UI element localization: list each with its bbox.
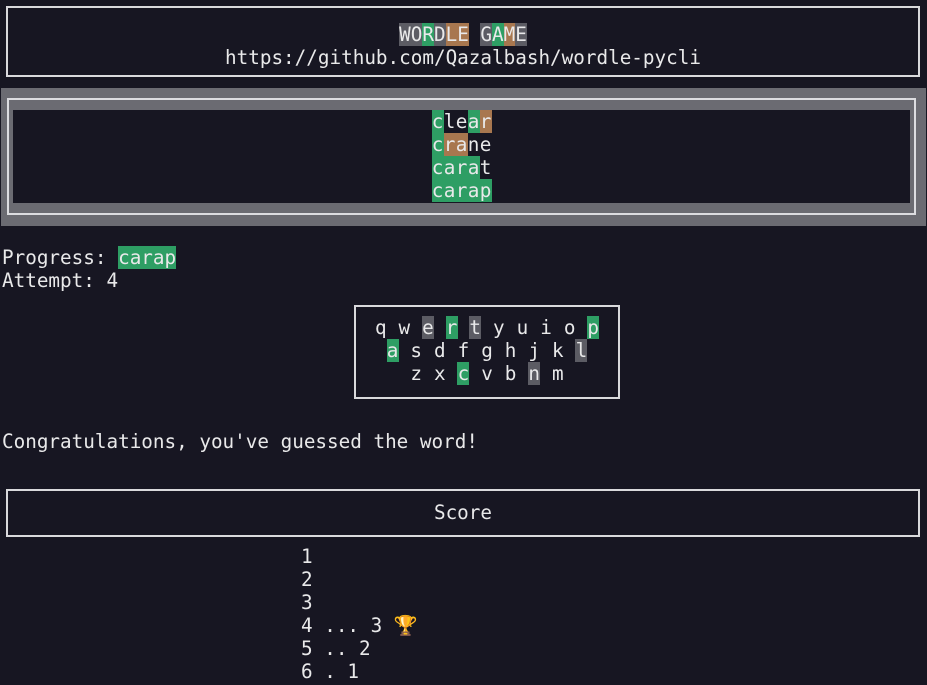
board-frame: clear crane carat carap bbox=[7, 98, 916, 215]
key-e: e bbox=[421, 316, 434, 339]
title-letter: L bbox=[445, 23, 458, 46]
score-line: 5 .. 2 bbox=[301, 637, 371, 660]
key-h: h bbox=[504, 339, 517, 362]
title-letter: O bbox=[410, 23, 423, 46]
title-letter: E bbox=[457, 23, 469, 46]
keyboard-row: z x c v b n m bbox=[356, 362, 618, 385]
title-letter: W bbox=[399, 23, 411, 46]
game-title: WORDLE GAME bbox=[8, 23, 918, 46]
title-letter: E bbox=[515, 23, 527, 46]
guess-tile: e bbox=[455, 110, 468, 133]
title-letter bbox=[469, 23, 481, 46]
key-s: s bbox=[410, 339, 422, 362]
key-i: i bbox=[540, 316, 552, 339]
guess-tile: a bbox=[455, 133, 468, 156]
key-d: d bbox=[433, 339, 446, 362]
key-w: w bbox=[398, 316, 411, 339]
title-box: WORDLE GAME https://github.com/Qazalbash… bbox=[6, 6, 920, 77]
guess-tile: r bbox=[455, 156, 468, 179]
score-line: 4 ... 3 🏆 bbox=[301, 614, 418, 637]
guess-tile: p bbox=[479, 179, 492, 202]
guess-tile: c bbox=[431, 110, 444, 133]
guess-tile: c bbox=[431, 156, 444, 179]
key-p: p bbox=[587, 316, 600, 339]
guess-tile: a bbox=[443, 156, 456, 179]
progress-word: carap bbox=[118, 246, 177, 269]
score-line: 1 bbox=[301, 545, 313, 568]
key-x: x bbox=[433, 362, 446, 385]
key-a: a bbox=[386, 339, 399, 362]
guess-tile: c bbox=[431, 179, 444, 202]
score-line: 6 . 1 bbox=[301, 660, 360, 683]
attempt-count: Attempt: 4 bbox=[2, 269, 119, 292]
guess-row: carat bbox=[13, 156, 910, 179]
key-g: g bbox=[481, 339, 493, 362]
guess-tile: a bbox=[467, 110, 480, 133]
guess-tile: a bbox=[443, 179, 456, 202]
keyboard-row: a s d f g h j k l bbox=[356, 339, 618, 362]
guess-tile: c bbox=[431, 133, 444, 156]
title-letter: A bbox=[492, 23, 504, 46]
board-inner: clear crane carat carap bbox=[13, 110, 910, 203]
progress-line: Progress: carap bbox=[2, 246, 177, 269]
guess-board: clear crane carat carap bbox=[1, 88, 926, 226]
guess-tile: n bbox=[467, 133, 480, 156]
keyboard: q w e r t y u i o pa s d f g h j k lz x … bbox=[354, 305, 620, 399]
score-line: 2 bbox=[301, 568, 313, 591]
key-c: c bbox=[457, 362, 470, 385]
guess-tile: t bbox=[479, 156, 492, 179]
guess-tile: a bbox=[467, 179, 480, 202]
keyboard-row: q w e r t y u i o p bbox=[356, 316, 618, 339]
guess-row: clear bbox=[13, 110, 910, 133]
title-letter: M bbox=[503, 23, 516, 46]
guess-row: carap bbox=[13, 179, 910, 202]
guess-tile: e bbox=[479, 133, 492, 156]
key-t: t bbox=[469, 316, 482, 339]
key-y: y bbox=[492, 316, 505, 339]
key-n: n bbox=[528, 362, 541, 385]
key-r: r bbox=[445, 316, 458, 339]
key-u: u bbox=[516, 316, 529, 339]
guess-tile: a bbox=[467, 156, 480, 179]
key-k: k bbox=[552, 339, 564, 362]
guess-tile: r bbox=[455, 179, 468, 202]
title-letter: D bbox=[433, 23, 446, 46]
key-v: v bbox=[481, 362, 493, 385]
key-f: f bbox=[457, 339, 470, 362]
key-l: l bbox=[575, 339, 588, 362]
guess-tile: l bbox=[443, 110, 456, 133]
key-z: z bbox=[410, 362, 422, 385]
score-title: Score bbox=[433, 501, 493, 524]
key-j: j bbox=[528, 339, 541, 362]
key-b: b bbox=[504, 362, 517, 385]
key-q: q bbox=[374, 316, 387, 339]
score-box: Score bbox=[6, 489, 920, 537]
key-o: o bbox=[563, 316, 576, 339]
congrats-message: Congratulations, you've guessed the word… bbox=[2, 430, 478, 453]
key-m: m bbox=[552, 362, 564, 385]
progress-label: Progress: bbox=[2, 246, 119, 269]
guess-tile: r bbox=[443, 133, 456, 156]
guess-row: crane bbox=[13, 133, 910, 156]
repo-url: https://github.com/Qazalbash/wordle-pycl… bbox=[225, 46, 701, 69]
title-letter: R bbox=[422, 23, 434, 46]
score-line: 3 bbox=[301, 591, 313, 614]
guess-tile: r bbox=[479, 110, 492, 133]
title-letter: G bbox=[480, 23, 493, 46]
